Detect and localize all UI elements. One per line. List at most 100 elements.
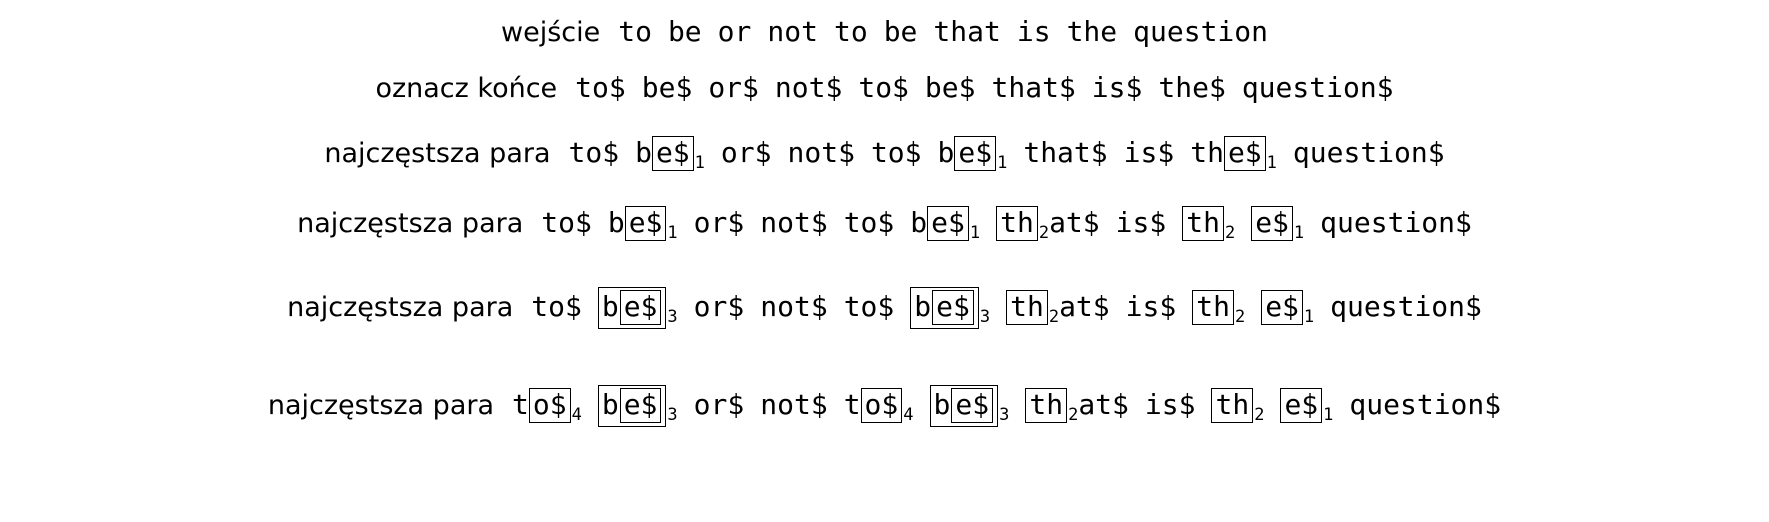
- merge-index-subscript: 2: [1038, 223, 1050, 243]
- token: or: [718, 18, 752, 46]
- token-text: be: [883, 15, 918, 48]
- row-label: oznacz końce: [375, 73, 558, 104]
- token-text: question$: [1330, 290, 1482, 323]
- row-label: najczęstsza para: [324, 138, 551, 169]
- token-sequence: to$ b e$ 1 or$ not$ to$ b e$ 1th 2 at$ is$ th 2 e$ 1 ques…: [541, 206, 1472, 243]
- token: the: [1067, 18, 1118, 46]
- merged-pair-box: e$: [1251, 206, 1293, 241]
- token-text: to: [833, 15, 868, 48]
- token-text: o$: [532, 388, 567, 421]
- token: the$: [1158, 74, 1225, 102]
- merge-index-subscript: 2: [1234, 307, 1246, 327]
- token-text: is$: [1144, 388, 1196, 421]
- token-text: to$: [531, 290, 582, 323]
- merge-index-subscript: 1: [667, 223, 678, 243]
- token-text: to$: [575, 71, 626, 104]
- token: to: [618, 18, 652, 46]
- token-text: that: [933, 15, 1001, 48]
- token-text: e$: [936, 290, 970, 323]
- merged-pair-box: th: [996, 206, 1038, 241]
- token: or$: [694, 391, 745, 419]
- token-text: is: [1016, 15, 1051, 48]
- token-text: th: [1029, 388, 1064, 421]
- token-text: or$: [693, 206, 745, 239]
- token: b e$ 3: [597, 287, 678, 329]
- merged-pair-box: e$: [1223, 136, 1266, 171]
- token: b e$ 1: [910, 206, 980, 242]
- token: is$: [1126, 293, 1177, 321]
- token-text: be: [667, 15, 702, 48]
- token-text: to$: [568, 136, 620, 169]
- token-text: e$: [623, 290, 658, 323]
- merged-pair-box: e$: [954, 136, 997, 171]
- token: or$: [694, 209, 745, 237]
- token-text: e$: [623, 388, 658, 421]
- token: not$: [775, 74, 842, 102]
- merged-pair-box: th: [1182, 206, 1224, 241]
- token: is$: [1116, 209, 1167, 237]
- token-text: is$: [1115, 206, 1167, 239]
- token-text: e$: [1255, 206, 1289, 239]
- token: that: [933, 18, 1000, 46]
- token-text: is$: [1125, 290, 1177, 323]
- token-sequence: to$ b e$ 3 or$ not$ to$ b e$ 3th 2 at$ is$ th 2 e$ 1 ques…: [531, 287, 1482, 329]
- merge-index-subscript: 3: [999, 405, 1010, 425]
- merge-index-subscript: 2: [1068, 405, 1079, 425]
- token: to$: [858, 74, 909, 102]
- token-prefix: th: [1190, 136, 1224, 169]
- token-prefix: t: [843, 388, 861, 421]
- merge-index-subscript: 1: [997, 153, 1008, 173]
- token: to$: [569, 139, 620, 167]
- token: be: [884, 18, 918, 46]
- token-text: question$: [1241, 71, 1394, 104]
- token-text: e$: [628, 206, 663, 239]
- token-text: e$: [958, 136, 993, 169]
- token: is$: [1124, 139, 1175, 167]
- token: b e$ 3: [910, 287, 990, 329]
- token: th 2 at$: [996, 206, 1100, 243]
- token: that$: [1023, 139, 1107, 167]
- merged-pair-box-inner: e$: [932, 290, 974, 325]
- token-sequence: to$ be$ or$ not$ to$ be$ that$ is$ the$ question$: [575, 74, 1393, 102]
- token-text: not: [767, 15, 818, 48]
- token-text: to$: [541, 206, 592, 239]
- token: th 2: [1182, 206, 1236, 243]
- merge-index-subscript: 2: [1224, 223, 1236, 243]
- token-text: th: [1196, 290, 1230, 323]
- row-label: wejście: [501, 17, 601, 48]
- token: th e$ 1: [1190, 136, 1277, 173]
- token: is: [1017, 18, 1051, 46]
- token-text: be$: [924, 71, 976, 104]
- merged-pair-box: th: [1006, 290, 1048, 325]
- token-text: e$: [955, 388, 990, 421]
- token: b e$ 1: [635, 136, 705, 172]
- token-prefix: b: [937, 136, 955, 169]
- token-prefix: b: [910, 206, 928, 239]
- token-text: the: [1066, 15, 1118, 48]
- merge-index-subscript: 1: [1266, 153, 1277, 173]
- token-text: that$: [991, 71, 1076, 104]
- merged-pair-box: o$: [860, 388, 903, 423]
- merged-pair-box: th: [1025, 388, 1068, 423]
- token: b e$ 3: [929, 385, 1010, 427]
- token-text: or$: [693, 388, 745, 421]
- token: or$: [721, 139, 772, 167]
- token-text: to$: [858, 71, 909, 104]
- token: to$: [575, 74, 626, 102]
- token: question$: [1330, 293, 1482, 321]
- token-prefix: t: [512, 388, 529, 421]
- token: question$: [1293, 139, 1445, 167]
- token: be$: [925, 74, 976, 102]
- token-suffix: at$: [1078, 388, 1129, 421]
- token: not$: [760, 209, 827, 237]
- token-text: question$: [1349, 388, 1502, 421]
- token: e$ 1: [1251, 206, 1304, 242]
- token: not: [767, 18, 818, 46]
- token-text: to$: [843, 290, 895, 323]
- token-prefix: b: [933, 388, 951, 421]
- merge-index-subscript: 1: [1303, 307, 1315, 327]
- token: or$: [694, 293, 745, 321]
- token-text: e$: [1227, 136, 1262, 169]
- token-prefix: b: [601, 290, 619, 323]
- token-text: question$: [1292, 136, 1445, 169]
